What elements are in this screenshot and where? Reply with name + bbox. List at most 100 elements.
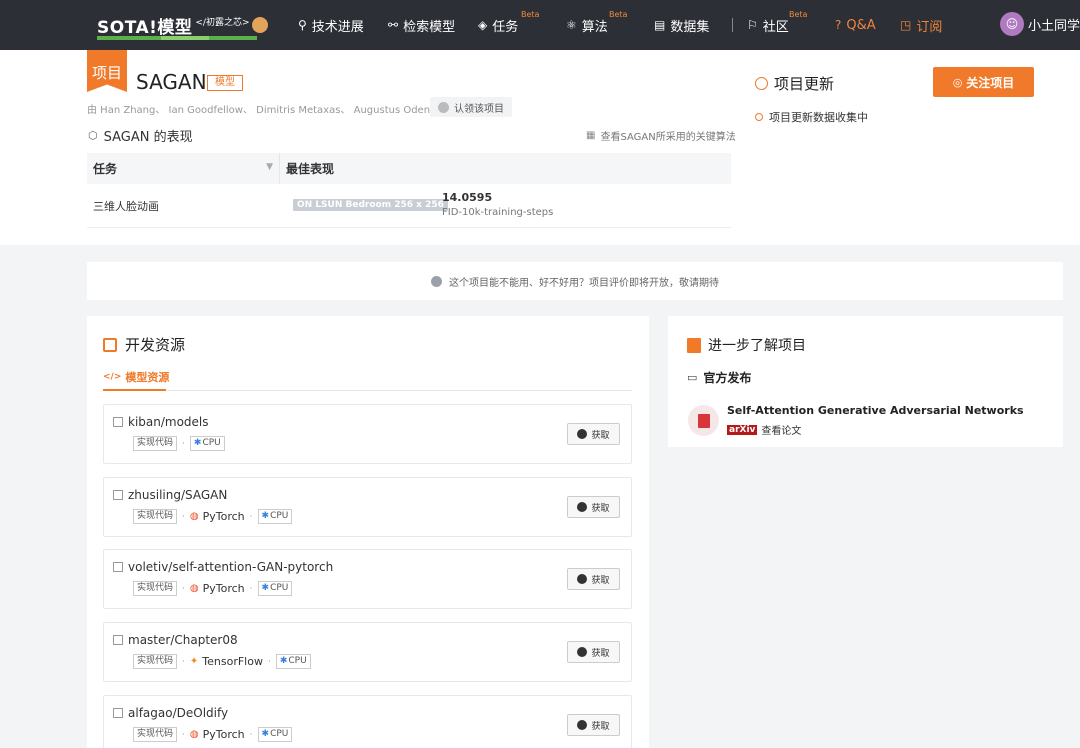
paper-title[interactable]: Self-Attention Generative Adversarial Ne… xyxy=(727,404,1024,417)
get-label: 获取 xyxy=(591,575,610,586)
nav-item-tech-progress[interactable]: ⚲ 技术进展 xyxy=(298,0,364,50)
metric-value: 14.0595 xyxy=(442,191,493,204)
dataset-badge: ON LSUN Bedroom 256 x 256 xyxy=(293,199,448,211)
document-icon xyxy=(697,413,710,428)
repo-card[interactable]: kiban/models 实现代码 · ✱ CPU 获取 xyxy=(103,404,632,464)
pytorch-icon: ◍ xyxy=(189,729,199,740)
get-button[interactable]: 获取 xyxy=(567,714,620,736)
table-row[interactable]: 三维人脸动画 ON LSUN Bedroom 256 x 256 14.0595… xyxy=(87,184,731,228)
repo-tags: 实现代码 · ◍ PyTorch · ✱ CPU xyxy=(133,727,293,742)
repo-card[interactable]: zhusiling/SAGAN 实现代码 · ◍ PyTorch · ✱ CPU 获… xyxy=(103,477,632,537)
user-icon xyxy=(438,101,449,113)
logo-text: SOTA!模型 xyxy=(97,17,193,38)
user-name: 小土同学 xyxy=(1028,18,1080,34)
get-label: 获取 xyxy=(591,648,610,659)
nav-item-subscribe[interactable]: ◳ 订阅 xyxy=(900,0,942,50)
repo-tags: 实现代码 · ◍ PyTorch · ✱ CPU xyxy=(133,581,293,596)
repo-name[interactable]: alfagao/DeOldify xyxy=(113,706,228,720)
book-icon xyxy=(687,337,701,353)
nav-label: 数据集 xyxy=(670,19,710,35)
code-tag: 实现代码 xyxy=(133,509,178,524)
cpu-label: CPU xyxy=(202,438,221,448)
tab-label: 模型资源 xyxy=(125,371,170,384)
dev-resources-title: 开发资源 xyxy=(103,334,185,355)
claim-project-button[interactable]: 认领该项目 xyxy=(430,97,512,117)
framework-label: TensorFlow xyxy=(202,655,263,668)
get-button[interactable]: 获取 xyxy=(567,496,620,518)
cpu-label: CPU xyxy=(270,729,289,739)
get-button[interactable]: 获取 xyxy=(567,641,620,663)
github-icon xyxy=(577,502,588,512)
chip-icon: ✱ xyxy=(193,438,202,448)
code-icon: </> xyxy=(103,372,122,382)
repo-icon xyxy=(113,562,123,572)
nav-label: 技术进展 xyxy=(311,19,364,35)
tag-separator: · xyxy=(249,729,253,740)
tab-divider xyxy=(103,390,632,391)
site-logo[interactable]: SOTA!模型 </初露之芯> xyxy=(97,12,268,40)
github-icon xyxy=(577,574,588,584)
table-header: 任务 ▼ 最佳表现 xyxy=(87,153,731,184)
github-icon xyxy=(577,429,588,439)
tab-active-indicator xyxy=(103,389,166,391)
framework-label: PyTorch xyxy=(202,582,245,595)
repo-tags: 实现代码 · ✦ TensorFlow · ✱ CPU xyxy=(133,654,311,669)
key-algorithms-link[interactable]: ▦ 查看SAGAN所采用的关键算法 xyxy=(586,128,736,143)
logo-ground-decoration xyxy=(97,36,257,40)
chat-bubble-icon xyxy=(755,77,768,90)
layers-icon: ◈ xyxy=(478,18,488,32)
repo-tags: 实现代码 · ◍ PyTorch · ✱ CPU xyxy=(133,509,293,524)
repo-name[interactable]: master/Chapter08 xyxy=(113,633,238,647)
target-icon: ◎ xyxy=(952,75,963,89)
framework-label: PyTorch xyxy=(202,510,245,523)
task-name[interactable]: 三维人脸动画 xyxy=(87,198,287,214)
nav-item-qa[interactable]: ? Q&A xyxy=(835,0,876,50)
learn-more-panel: 进一步了解项目 ▭ 官方发布 Self-Attention Generative… xyxy=(668,316,1063,447)
nav-label: 订阅 xyxy=(916,19,943,35)
repo-name[interactable]: zhusiling/SAGAN xyxy=(113,488,227,502)
repo-name-text: master/Chapter08 xyxy=(128,633,238,647)
follow-project-button[interactable]: ◎ 关注项目 xyxy=(933,67,1034,97)
nav-item-tasks[interactable]: ◈ 任务 xyxy=(478,0,518,50)
column-header-best: 最佳表现 xyxy=(286,162,335,176)
nav-label: 社区 xyxy=(762,19,789,35)
claim-label: 认领该项目 xyxy=(454,103,504,115)
chip-icon: ✱ xyxy=(261,583,270,593)
chip-icon: ✱ xyxy=(261,511,270,521)
update-item: 项目更新数据收集中 xyxy=(755,109,868,125)
repo-icon xyxy=(113,417,123,427)
performance-section-title: ⬡ SAGAN 的表现 xyxy=(88,126,193,145)
repo-card[interactable]: voletiv/self-attention-GAN-pytorch 实现代码 … xyxy=(103,549,632,609)
learn-title-text: 进一步了解项目 xyxy=(708,338,806,354)
repo-name[interactable]: voletiv/self-attention-GAN-pytorch xyxy=(113,560,333,574)
code-tag: 实现代码 xyxy=(133,436,178,451)
repo-name-text: kiban/models xyxy=(128,415,209,429)
repo-card[interactable]: alfagao/DeOldify 实现代码 · ◍ PyTorch · ✱ CPU … xyxy=(103,695,632,748)
framework-label: PyTorch xyxy=(202,728,245,741)
tab-model-resources[interactable]: </> 模型资源 xyxy=(103,369,169,385)
filter-icon[interactable]: ▼ xyxy=(266,162,273,172)
user-menu[interactable]: ☺ 小土同学 xyxy=(1000,12,1080,36)
framework-tag: ◍ PyTorch xyxy=(190,582,245,595)
framework-tag: ✦ TensorFlow xyxy=(190,655,263,668)
tag-separator: · xyxy=(267,656,271,667)
tag-separator: · xyxy=(182,656,185,667)
tag-separator: · xyxy=(249,511,253,522)
metric-name: FID-10k-training-steps xyxy=(442,207,554,218)
face-icon xyxy=(431,275,442,287)
notice-text: 这个项目能不能用、好不好用？项目评价即将开放，敬请期待 xyxy=(449,277,719,289)
column-header-task: 任务 ▼ xyxy=(87,153,280,184)
nav-item-datasets[interactable]: ▤ 数据集 xyxy=(654,0,709,50)
view-paper-link[interactable]: arXiv 查看论文 xyxy=(727,422,801,437)
tensorflow-icon: ✦ xyxy=(189,656,199,667)
nav-item-algorithms[interactable]: ⚛ 算法 xyxy=(566,0,608,50)
nav-item-search-models[interactable]: ⚯ 检索模型 xyxy=(388,0,455,50)
get-button[interactable]: 获取 xyxy=(567,423,620,445)
performance-title-text: SAGAN 的表现 xyxy=(103,130,193,145)
nav-item-community[interactable]: ⚐ 社区 xyxy=(747,0,789,50)
get-button[interactable]: 获取 xyxy=(567,568,620,590)
repo-name[interactable]: kiban/models xyxy=(113,415,209,429)
nav-label: Q&A xyxy=(846,17,876,33)
repo-icon xyxy=(113,635,123,645)
repo-card[interactable]: master/Chapter08 实现代码 · ✦ TensorFlow · ✱ C… xyxy=(103,622,632,682)
